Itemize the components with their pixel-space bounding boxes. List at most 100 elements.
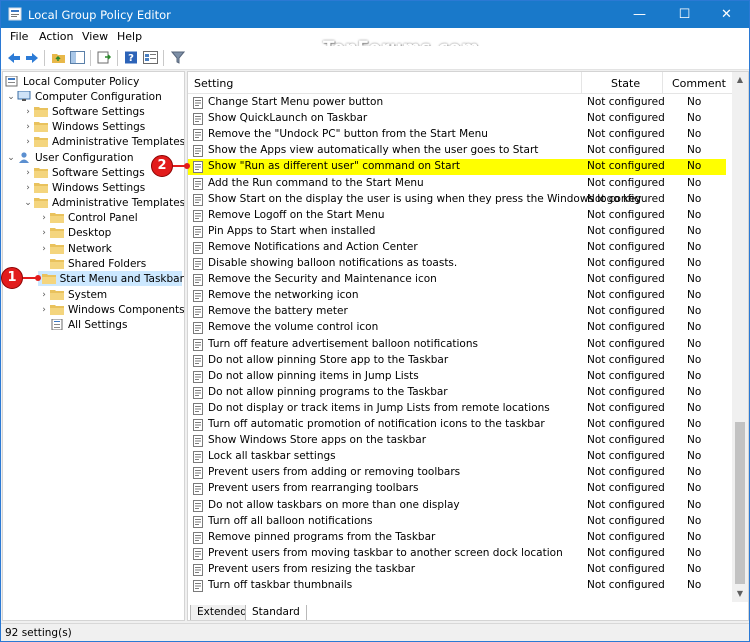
column-header-comment[interactable]: Comment: [672, 77, 726, 90]
table-row[interactable]: Remove pinned programs from the Taskbar N…: [188, 530, 734, 546]
tree-item-uc-windows-settings[interactable]: › Windows Settings: [22, 180, 145, 195]
table-row[interactable]: Turn off all balloon notifications Not co…: [188, 514, 734, 530]
setting-comment: No: [687, 305, 702, 318]
help-icon[interactable]: ?: [123, 49, 140, 66]
table-row[interactable]: Do not display or track items in Jump Li…: [188, 401, 734, 417]
chevron-right-icon[interactable]: ›: [22, 107, 34, 117]
table-row[interactable]: Do not allow pinning Store app to the Ta…: [188, 353, 734, 369]
chevron-right-icon[interactable]: ›: [38, 213, 50, 223]
chevron-down-icon[interactable]: ⌄: [5, 92, 17, 102]
chevron-right-icon[interactable]: ›: [22, 168, 34, 178]
table-row[interactable]: Change Start Menu power button Not config…: [188, 95, 734, 111]
setting-name: Show Start on the display the user is us…: [208, 192, 642, 205]
tree-item-control-panel[interactable]: › Control Panel: [38, 210, 137, 225]
navigation-tree[interactable]: Local Computer Policy ⌄ Computer Configu…: [2, 71, 185, 621]
table-row[interactable]: Remove the networking icon Not configured…: [188, 288, 734, 304]
menu-file[interactable]: File: [10, 30, 28, 43]
setting-state: Not configured: [587, 289, 665, 302]
chevron-right-icon[interactable]: ›: [22, 183, 34, 193]
table-row[interactable]: Do not allow pinning programs to the Tas…: [188, 385, 734, 401]
settings-list[interactable]: Setting State Comment Change Start Menu …: [187, 71, 749, 621]
filter-icon[interactable]: [169, 49, 186, 66]
maximize-button[interactable]: ☐: [662, 1, 707, 28]
tree-item-cc-software-settings[interactable]: › Software Settings: [22, 104, 145, 119]
tree-item-network[interactable]: › Network: [38, 241, 112, 256]
policy-setting-icon: [193, 499, 203, 512]
tree-item-all-settings[interactable]: All Settings: [50, 317, 127, 332]
table-row[interactable]: Remove Notifications and Action Center No…: [188, 240, 734, 256]
table-row[interactable]: Remove the volume control icon Not config…: [188, 320, 734, 336]
chevron-right-icon[interactable]: ›: [38, 305, 50, 315]
tree-item-uc-administrative-templates[interactable]: ⌄ Administrative Templates: [22, 195, 184, 210]
scroll-up-icon[interactable]: ▲: [732, 72, 748, 88]
tree-item-system[interactable]: › System: [38, 287, 107, 302]
tree-item-computer-configuration[interactable]: ⌄ Computer Configuration: [5, 89, 162, 104]
column-header-setting[interactable]: Setting: [194, 77, 233, 90]
minimize-button[interactable]: —: [617, 1, 662, 28]
table-row[interactable]: Prevent users from resizing the taskbar N…: [188, 562, 734, 578]
chevron-right-icon[interactable]: ›: [38, 290, 50, 300]
show-hide-tree-icon[interactable]: [69, 49, 86, 66]
vertical-scrollbar[interactable]: ▲ ▼: [732, 72, 748, 602]
table-row[interactable]: Do not allow taskbars on more than one d…: [188, 498, 734, 514]
up-folder-icon[interactable]: [50, 49, 67, 66]
table-row[interactable]: Disable showing balloon notifications as…: [188, 256, 734, 272]
table-row[interactable]: Turn off feature advertisement balloon n…: [188, 337, 734, 353]
chevron-right-icon[interactable]: ›: [38, 228, 50, 238]
tree-item-shared-folders[interactable]: Shared Folders: [50, 256, 146, 271]
tree-item-start-menu-and-taskbar[interactable]: › Start Menu and Taskbar: [38, 271, 184, 286]
table-row[interactable]: Do not allow pinning items in Jump Lists…: [188, 369, 734, 385]
close-button[interactable]: ✕: [704, 1, 749, 28]
scroll-thumb[interactable]: [735, 422, 745, 584]
chevron-right-icon[interactable]: ›: [22, 137, 34, 147]
menu-help[interactable]: Help: [117, 30, 142, 43]
tree-item-windows-components[interactable]: › Windows Components: [38, 302, 184, 317]
table-row[interactable]: Prevent users from adding or removing to…: [188, 465, 734, 481]
table-row[interactable]: Show QuickLaunch on Taskbar Not configure…: [188, 111, 734, 127]
chevron-down-icon[interactable]: ⌄: [22, 198, 34, 208]
setting-name: Turn off feature advertisement balloon n…: [208, 337, 478, 350]
table-row[interactable]: Turn off automatic promotion of notifica…: [188, 417, 734, 433]
menu-action[interactable]: Action: [39, 30, 73, 43]
chevron-right-icon[interactable]: ›: [22, 122, 34, 132]
table-row[interactable]: Add the Run command to the Start Menu Not…: [188, 176, 734, 192]
title-bar[interactable]: Local Group Policy Editor — ☐ ✕: [1, 1, 749, 28]
table-row[interactable]: Prevent users from rearranging toolbars N…: [188, 481, 734, 497]
tree-item-local-computer-policy[interactable]: Local Computer Policy: [5, 74, 139, 89]
properties-icon[interactable]: [142, 49, 159, 66]
setting-name: Remove the "Undock PC" button from the S…: [208, 128, 488, 141]
setting-comment: No: [687, 482, 702, 495]
tree-item-desktop[interactable]: › Desktop: [38, 225, 111, 240]
setting-comment: No: [687, 514, 702, 527]
table-row[interactable]: Turn off taskbar thumbnails Not configure…: [188, 578, 734, 594]
policy-setting-icon: [193, 580, 203, 592]
setting-state: Not configured: [587, 160, 665, 173]
table-row[interactable]: Remove Logoff on the Start Menu Not confi…: [188, 208, 734, 224]
chevron-down-icon[interactable]: ⌄: [5, 153, 17, 163]
export-list-icon[interactable]: [96, 49, 113, 66]
table-row[interactable]: Show the Apps view automatically when th…: [188, 143, 734, 159]
tree-item-uc-software-settings[interactable]: › Software Settings: [22, 165, 145, 180]
tree-item-cc-windows-settings[interactable]: › Windows Settings: [22, 119, 145, 134]
back-icon[interactable]: [5, 49, 22, 66]
table-row[interactable]: Remove the battery meter Not configured No: [188, 304, 734, 320]
tab-standard[interactable]: Standard: [245, 605, 307, 620]
column-header-state[interactable]: State: [611, 77, 640, 90]
table-row[interactable]: Remove the Security and Maintenance icon…: [188, 272, 734, 288]
scroll-down-icon[interactable]: ▼: [732, 586, 748, 602]
table-row[interactable]: Prevent users from moving taskbar to ano…: [188, 546, 734, 562]
table-row[interactable]: Lock all taskbar settings Not configured N…: [188, 449, 734, 465]
menu-view[interactable]: View: [82, 30, 108, 43]
forward-icon[interactable]: [23, 49, 40, 66]
table-row[interactable]: Pin Apps to Start when installed Not conf…: [188, 224, 734, 240]
column-divider[interactable]: [662, 72, 663, 94]
tree-item-cc-administrative-templates[interactable]: › Administrative Templates: [22, 134, 184, 149]
table-row[interactable]: Remove the "Undock PC" button from the S…: [188, 127, 734, 143]
table-row[interactable]: Show Windows Store apps on the taskbar No…: [188, 433, 734, 449]
table-row-highlighted[interactable]: Show "Run as different user" command on …: [188, 159, 726, 176]
policy-setting-icon: [193, 451, 203, 464]
chevron-right-icon[interactable]: ›: [38, 244, 50, 254]
column-divider[interactable]: [581, 72, 582, 94]
tree-item-user-configuration[interactable]: ⌄ User Configuration: [5, 150, 133, 165]
table-row[interactable]: Show Start on the display the user is us…: [188, 192, 734, 208]
